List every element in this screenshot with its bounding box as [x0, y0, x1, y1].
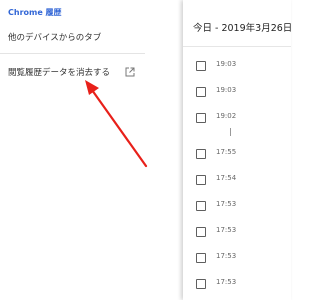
sidebar: Chrome 履歴 他のデバイスからのタブ 閲覧履歴データを消去する	[0, 0, 183, 300]
date-heading: 今日 - 2019年3月26日火	[193, 23, 291, 34]
sidebar-item-clear-browsing-data[interactable]: 閲覧履歴データを消去する	[8, 66, 135, 78]
history-row[interactable]: 17:53	[183, 224, 291, 244]
row-checkbox[interactable]	[196, 201, 206, 211]
row-checkbox[interactable]	[196, 113, 206, 123]
history-row[interactable]: 17:53	[183, 276, 291, 296]
app-title: Chrome 履歴	[8, 8, 62, 17]
history-main-panel: 今日 - 2019年3月26日火 19:03 19:03 19:02 17:55…	[183, 0, 291, 300]
time-gap-marker	[230, 128, 231, 136]
entry-time: 17:55	[216, 148, 237, 156]
history-row[interactable]: 19:03	[183, 84, 291, 104]
sidebar-item-other-devices[interactable]: 他のデバイスからのタブ	[8, 31, 101, 43]
history-row[interactable]: 17:53	[183, 250, 291, 270]
row-checkbox[interactable]	[196, 279, 206, 289]
entry-time: 17:54	[216, 174, 237, 182]
row-checkbox[interactable]	[196, 61, 206, 71]
sidebar-item-label: 閲覧履歴データを消去する	[8, 68, 111, 78]
history-row[interactable]: 19:02	[183, 110, 291, 130]
row-checkbox[interactable]	[196, 87, 206, 97]
row-checkbox[interactable]	[196, 227, 206, 237]
history-row[interactable]: 17:55	[183, 146, 291, 166]
entry-time: 19:03	[216, 60, 237, 68]
entry-time: 19:02	[216, 112, 237, 120]
entry-time: 17:53	[216, 278, 237, 286]
entry-time: 17:53	[216, 200, 237, 208]
history-row[interactable]: 17:54	[183, 172, 291, 192]
row-checkbox[interactable]	[196, 253, 206, 263]
history-row[interactable]: 19:03	[183, 58, 291, 78]
open-in-new-icon	[125, 67, 135, 77]
entry-time: 17:53	[216, 226, 237, 234]
entry-time: 17:53	[216, 252, 237, 260]
history-row[interactable]: 17:53	[183, 198, 291, 218]
history-card-header: 今日 - 2019年3月26日火	[183, 0, 291, 47]
entry-time: 19:03	[216, 86, 237, 94]
sidebar-divider	[0, 53, 145, 54]
row-checkbox[interactable]	[196, 149, 206, 159]
row-checkbox[interactable]	[196, 175, 206, 185]
